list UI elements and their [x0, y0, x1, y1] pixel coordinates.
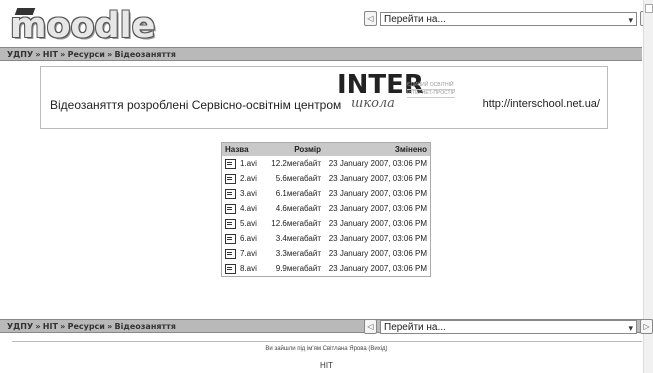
file-name[interactable]: 6.avi [240, 234, 257, 243]
file-icon [225, 218, 236, 229]
file-modified: 23 January 2007, 03:06 PM [328, 189, 427, 198]
file-name-cell[interactable]: 6.avi [222, 231, 267, 246]
inter-logo-script: школа [351, 96, 395, 111]
table-row: 7.avi 3.3мегабайт 23 January 2007, 03:06… [222, 246, 431, 261]
file-name[interactable]: 4.avi [240, 204, 257, 213]
file-name-cell[interactable]: 1.avi [222, 156, 267, 171]
file-name[interactable]: 2.avi [240, 174, 257, 183]
login-info[interactable]: Ви зайшли під ім'ям Світлана Ярова (Вихі… [0, 346, 653, 352]
breadcrumb: УДПУ » НІТ » Ресурси » Відеозаняття [0, 47, 642, 61]
banner-text: Відеозаняття розроблені Сервісно-освітні… [50, 98, 342, 112]
file-name-cell[interactable]: 5.avi [222, 216, 267, 231]
file-name-cell[interactable]: 4.avi [222, 201, 267, 216]
inter-logo-line2: ІНТЕРНЕТ-ПРОСТІР [407, 90, 456, 98]
file-size: 9.9мегабайт [275, 264, 321, 273]
column-header-name[interactable]: Назва [221, 142, 266, 156]
chevron-down-icon: ▾ [628, 14, 633, 25]
jump-to-select[interactable]: Перейти на... ▾ [380, 11, 637, 26]
table-row: 2.avi 5.6мегабайт 23 January 2007, 03:06… [222, 171, 431, 186]
scrollbar-thumb[interactable] [645, 4, 653, 13]
table-row: 6.avi 3.4мегабайт 23 January 2007, 03:06… [222, 231, 431, 246]
jump-to-label: Перейти на... [384, 13, 446, 25]
breadcrumb-item-resources[interactable]: Ресурси [68, 322, 105, 331]
column-header-modified[interactable]: Змінено [324, 142, 431, 156]
breadcrumb-sep: » [107, 50, 113, 59]
inter-logo-line1: ЄДИНИЙ ОСВІТНІЙ [407, 82, 456, 90]
file-modified: 23 January 2007, 03:06 PM [328, 234, 427, 243]
breadcrumb-item-nit[interactable]: НІТ [43, 322, 58, 331]
banner: Відеозаняття розроблені Сервісно-освітні… [40, 66, 608, 129]
next-arrow-icon[interactable]: ▷ [640, 319, 653, 334]
breadcrumb-current: Відеозаняття [114, 322, 176, 331]
file-size: 12.6мегабайт [271, 219, 321, 228]
chevron-down-icon: ▾ [628, 322, 633, 333]
top-jumpbox: ◁ Перейти на... ▾ ▷ [364, 11, 653, 26]
banner-url[interactable]: http://interschool.net.ua/ [483, 98, 600, 110]
breadcrumb-root[interactable]: УДПУ [7, 50, 33, 59]
interschool-logo[interactable]: INTER школа ЄДИНИЙ ОСВІТНІЙ ІНТЕРНЕТ-ПРО… [337, 70, 477, 114]
file-name[interactable]: 1.avi [240, 159, 257, 168]
column-header-size[interactable]: Розмір [266, 142, 324, 156]
footer-divider [12, 341, 642, 342]
file-name[interactable]: 5.avi [240, 219, 257, 228]
file-modified: 23 January 2007, 03:06 PM [328, 174, 427, 183]
file-size: 3.4мегабайт [275, 234, 321, 243]
table-row: 4.avi 4.6мегабайт 23 January 2007, 03:06… [222, 201, 431, 216]
breadcrumb-sep: » [60, 50, 66, 59]
file-icon [225, 203, 236, 214]
moodle-logo[interactable]: moodle [10, 6, 155, 46]
table-row: 5.avi 12.6мегабайт 23 January 2007, 03:0… [222, 216, 431, 231]
bottom-jumpbox: ◁ Перейти на... ▾ ▷ [364, 319, 653, 334]
scrollbar[interactable] [643, 0, 653, 373]
file-name[interactable]: 3.avi [240, 189, 257, 198]
file-name-cell[interactable]: 7.avi [222, 246, 267, 261]
table-row: 3.avi 6.1мегабайт 23 January 2007, 03:06… [222, 186, 431, 201]
breadcrumb-sep: » [35, 322, 41, 331]
file-name-cell[interactable]: 3.avi [222, 186, 267, 201]
table-row: 1.avi 12.2мегабайт 23 January 2007, 03:0… [222, 156, 431, 171]
file-size: 3.3мегабайт [275, 249, 321, 258]
file-size: 4.6мегабайт [275, 204, 321, 213]
graduation-cap-icon [14, 8, 36, 15]
file-modified: 23 January 2007, 03:06 PM [328, 264, 427, 273]
file-name[interactable]: 7.avi [240, 249, 257, 258]
breadcrumb-sep: » [35, 50, 41, 59]
breadcrumb-sep: » [60, 322, 66, 331]
file-icon [225, 188, 236, 199]
file-icon [225, 173, 236, 184]
file-name-cell[interactable]: 8.avi [222, 261, 267, 277]
breadcrumb-sep: » [107, 322, 113, 331]
breadcrumb-item-nit[interactable]: НІТ [43, 50, 58, 59]
breadcrumb-root[interactable]: УДПУ [7, 322, 33, 331]
prev-arrow-icon[interactable]: ◁ [364, 319, 377, 334]
course-link[interactable]: НІТ [0, 361, 653, 370]
file-name-cell[interactable]: 2.avi [222, 171, 267, 186]
file-name[interactable]: 8.avi [240, 264, 257, 273]
file-size: 12.2мегабайт [271, 159, 321, 168]
file-modified: 23 January 2007, 03:06 PM [328, 219, 427, 228]
jump-to-label: Перейти на... [384, 321, 446, 333]
file-icon [225, 248, 236, 259]
file-size: 5.6мегабайт [275, 174, 321, 183]
table-row: 8.avi 9.9мегабайт 23 January 2007, 03:06… [222, 261, 431, 277]
breadcrumb-item-resources[interactable]: Ресурси [68, 50, 105, 59]
file-icon [225, 158, 236, 169]
file-icon [225, 263, 236, 274]
file-icon [225, 233, 236, 244]
breadcrumb-current: Відеозаняття [114, 50, 176, 59]
prev-arrow-icon[interactable]: ◁ [364, 11, 377, 26]
inter-logo-tagline: ЄДИНИЙ ОСВІТНІЙ ІНТЕРНЕТ-ПРОСТІР [407, 82, 456, 98]
file-modified: 23 January 2007, 03:06 PM [328, 249, 427, 258]
file-size: 6.1мегабайт [275, 189, 321, 198]
file-modified: 23 January 2007, 03:06 PM [328, 204, 427, 213]
file-modified: 23 January 2007, 03:06 PM [328, 159, 427, 168]
jump-to-select[interactable]: Перейти на... ▾ [380, 319, 637, 334]
files-table: Назва Розмір Змінено 1.avi 12.2мегабайт … [221, 142, 431, 277]
